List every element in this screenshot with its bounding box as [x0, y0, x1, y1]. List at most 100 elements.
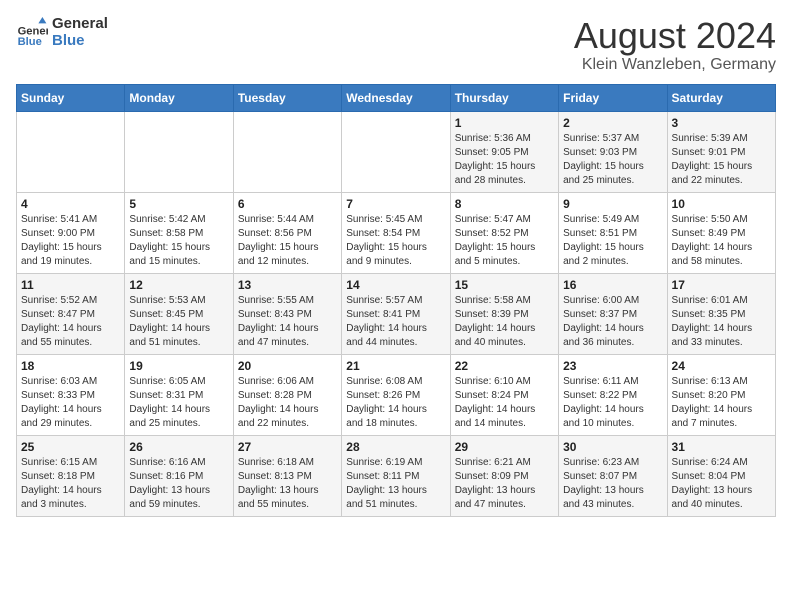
header: General Blue General Blue August 2024 Kl… — [16, 16, 776, 74]
day-number: 31 — [672, 440, 771, 454]
calendar-cell: 31 Sunrise: 6:24 AMSunset: 8:04 PMDayligh… — [667, 435, 775, 516]
calendar-body: 1 Sunrise: 5:36 AMSunset: 9:05 PMDaylight… — [17, 111, 776, 516]
day-number: 5 — [129, 197, 228, 211]
calendar-cell: 30 Sunrise: 6:23 AMSunset: 8:07 PMDayligh… — [559, 435, 667, 516]
calendar-cell: 5 Sunrise: 5:42 AMSunset: 8:58 PMDaylight… — [125, 192, 233, 273]
day-info: Sunrise: 5:42 AMSunset: 8:58 PMDaylight:… — [129, 213, 228, 269]
day-number: 2 — [563, 116, 662, 130]
day-number: 24 — [672, 359, 771, 373]
calendar-cell: 17 Sunrise: 6:01 AMSunset: 8:35 PMDayligh… — [667, 273, 775, 354]
day-number: 27 — [238, 440, 337, 454]
day-info: Sunrise: 6:01 AMSunset: 8:35 PMDaylight:… — [672, 294, 771, 350]
day-info: Sunrise: 6:19 AMSunset: 8:11 PMDaylight:… — [346, 456, 445, 512]
header-sunday: Sunday — [17, 84, 125, 111]
calendar-cell: 21Sunrise: 6:08 AMSunset: 8:26 PMDayligh… — [342, 354, 450, 435]
day-number: 22 — [455, 359, 554, 373]
day-info: Sunrise: 6:03 AMSunset: 8:33 PMDaylight:… — [21, 375, 120, 431]
calendar-cell: 29Sunrise: 6:21 AMSunset: 8:09 PMDayligh… — [450, 435, 558, 516]
day-info: Sunrise: 6:08 AMSunset: 8:26 PMDaylight:… — [346, 375, 445, 431]
calendar-cell — [233, 111, 341, 192]
week-row-4: 18 Sunrise: 6:03 AMSunset: 8:33 PMDayligh… — [17, 354, 776, 435]
day-info: Sunrise: 5:58 AMSunset: 8:39 PMDaylight:… — [455, 294, 554, 350]
calendar-cell: 19 Sunrise: 6:05 AMSunset: 8:31 PMDayligh… — [125, 354, 233, 435]
calendar-table: SundayMondayTuesdayWednesdayThursdayFrid… — [16, 84, 776, 517]
calendar-cell: 20Sunrise: 6:06 AMSunset: 8:28 PMDayligh… — [233, 354, 341, 435]
calendar-cell: 4Sunrise: 5:41 AMSunset: 9:00 PMDaylight… — [17, 192, 125, 273]
calendar-cell: 28Sunrise: 6:19 AMSunset: 8:11 PMDayligh… — [342, 435, 450, 516]
day-info: Sunrise: 5:55 AMSunset: 8:43 PMDaylight:… — [238, 294, 337, 350]
calendar-cell: 16Sunrise: 6:00 AMSunset: 8:37 PMDayligh… — [559, 273, 667, 354]
logo: General Blue General Blue — [16, 16, 108, 49]
calendar-cell: 9Sunrise: 5:49 AMSunset: 8:51 PMDaylight… — [559, 192, 667, 273]
day-number: 3 — [672, 116, 771, 130]
header-wednesday: Wednesday — [342, 84, 450, 111]
logo-icon: General Blue — [16, 17, 48, 49]
day-number: 7 — [346, 197, 445, 211]
calendar-cell: 1 Sunrise: 5:36 AMSunset: 9:05 PMDaylight… — [450, 111, 558, 192]
day-info: Sunrise: 6:05 AMSunset: 8:31 PMDaylight:… — [129, 375, 228, 431]
svg-text:Blue: Blue — [18, 36, 42, 48]
day-info: Sunrise: 6:23 AMSunset: 8:07 PMDaylight:… — [563, 456, 662, 512]
calendar-cell — [342, 111, 450, 192]
calendar-cell: 22 Sunrise: 6:10 AMSunset: 8:24 PMDayligh… — [450, 354, 558, 435]
header-friday: Friday — [559, 84, 667, 111]
day-info: Sunrise: 5:50 AMSunset: 8:49 PMDaylight:… — [672, 213, 771, 269]
day-number: 9 — [563, 197, 662, 211]
day-number: 14 — [346, 278, 445, 292]
day-info: Sunrise: 6:18 AMSunset: 8:13 PMDaylight:… — [238, 456, 337, 512]
calendar-cell: 14 Sunrise: 5:57 AMSunset: 8:41 PMDayligh… — [342, 273, 450, 354]
day-info: Sunrise: 6:11 AMSunset: 8:22 PMDaylight:… — [563, 375, 662, 431]
day-info: Sunrise: 5:44 AMSunset: 8:56 PMDaylight:… — [238, 213, 337, 269]
day-info: Sunrise: 6:15 AMSunset: 8:18 PMDaylight:… — [21, 456, 120, 512]
day-number: 11 — [21, 278, 120, 292]
day-info: Sunrise: 6:21 AMSunset: 8:09 PMDaylight:… — [455, 456, 554, 512]
header-row: SundayMondayTuesdayWednesdayThursdayFrid… — [17, 84, 776, 111]
day-info: Sunrise: 5:36 AMSunset: 9:05 PMDaylight:… — [455, 132, 554, 188]
header-tuesday: Tuesday — [233, 84, 341, 111]
day-info: Sunrise: 5:37 AMSunset: 9:03 PMDaylight:… — [563, 132, 662, 188]
day-number: 12 — [129, 278, 228, 292]
week-row-5: 25Sunrise: 6:15 AMSunset: 8:18 PMDayligh… — [17, 435, 776, 516]
day-number: 16 — [563, 278, 662, 292]
logo-general: General — [52, 16, 108, 33]
calendar-cell: 11Sunrise: 5:52 AMSunset: 8:47 PMDayligh… — [17, 273, 125, 354]
day-number: 4 — [21, 197, 120, 211]
day-number: 6 — [238, 197, 337, 211]
day-info: Sunrise: 5:53 AMSunset: 8:45 PMDaylight:… — [129, 294, 228, 350]
day-info: Sunrise: 6:06 AMSunset: 8:28 PMDaylight:… — [238, 375, 337, 431]
calendar-cell: 3 Sunrise: 5:39 AMSunset: 9:01 PMDaylight… — [667, 111, 775, 192]
day-info: Sunrise: 6:24 AMSunset: 8:04 PMDaylight:… — [672, 456, 771, 512]
calendar-header: SundayMondayTuesdayWednesdayThursdayFrid… — [17, 84, 776, 111]
header-monday: Monday — [125, 84, 233, 111]
day-number: 15 — [455, 278, 554, 292]
calendar-cell: 25Sunrise: 6:15 AMSunset: 8:18 PMDayligh… — [17, 435, 125, 516]
day-number: 17 — [672, 278, 771, 292]
day-number: 18 — [21, 359, 120, 373]
calendar-cell: 7Sunrise: 5:45 AMSunset: 8:54 PMDaylight… — [342, 192, 450, 273]
week-row-1: 1 Sunrise: 5:36 AMSunset: 9:05 PMDaylight… — [17, 111, 776, 192]
calendar-cell: 24Sunrise: 6:13 AMSunset: 8:20 PMDayligh… — [667, 354, 775, 435]
calendar-cell — [17, 111, 125, 192]
calendar-cell: 10Sunrise: 5:50 AMSunset: 8:49 PMDayligh… — [667, 192, 775, 273]
calendar-cell: 18 Sunrise: 6:03 AMSunset: 8:33 PMDayligh… — [17, 354, 125, 435]
header-saturday: Saturday — [667, 84, 775, 111]
day-info: Sunrise: 5:39 AMSunset: 9:01 PMDaylight:… — [672, 132, 771, 188]
week-row-3: 11Sunrise: 5:52 AMSunset: 8:47 PMDayligh… — [17, 273, 776, 354]
calendar-cell: 13Sunrise: 5:55 AMSunset: 8:43 PMDayligh… — [233, 273, 341, 354]
week-row-2: 4Sunrise: 5:41 AMSunset: 9:00 PMDaylight… — [17, 192, 776, 273]
day-number: 8 — [455, 197, 554, 211]
day-info: Sunrise: 6:10 AMSunset: 8:24 PMDaylight:… — [455, 375, 554, 431]
day-number: 30 — [563, 440, 662, 454]
day-number: 23 — [563, 359, 662, 373]
calendar-cell: 12 Sunrise: 5:53 AMSunset: 8:45 PMDayligh… — [125, 273, 233, 354]
day-number: 1 — [455, 116, 554, 130]
main-title: August 2024 — [574, 16, 776, 56]
day-info: Sunrise: 6:16 AMSunset: 8:16 PMDaylight:… — [129, 456, 228, 512]
day-number: 19 — [129, 359, 228, 373]
day-number: 26 — [129, 440, 228, 454]
calendar-cell: 8Sunrise: 5:47 AMSunset: 8:52 PMDaylight… — [450, 192, 558, 273]
logo-blue: Blue — [52, 33, 108, 50]
subtitle: Klein Wanzleben, Germany — [574, 56, 776, 74]
day-info: Sunrise: 5:57 AMSunset: 8:41 PMDaylight:… — [346, 294, 445, 350]
calendar-cell — [125, 111, 233, 192]
